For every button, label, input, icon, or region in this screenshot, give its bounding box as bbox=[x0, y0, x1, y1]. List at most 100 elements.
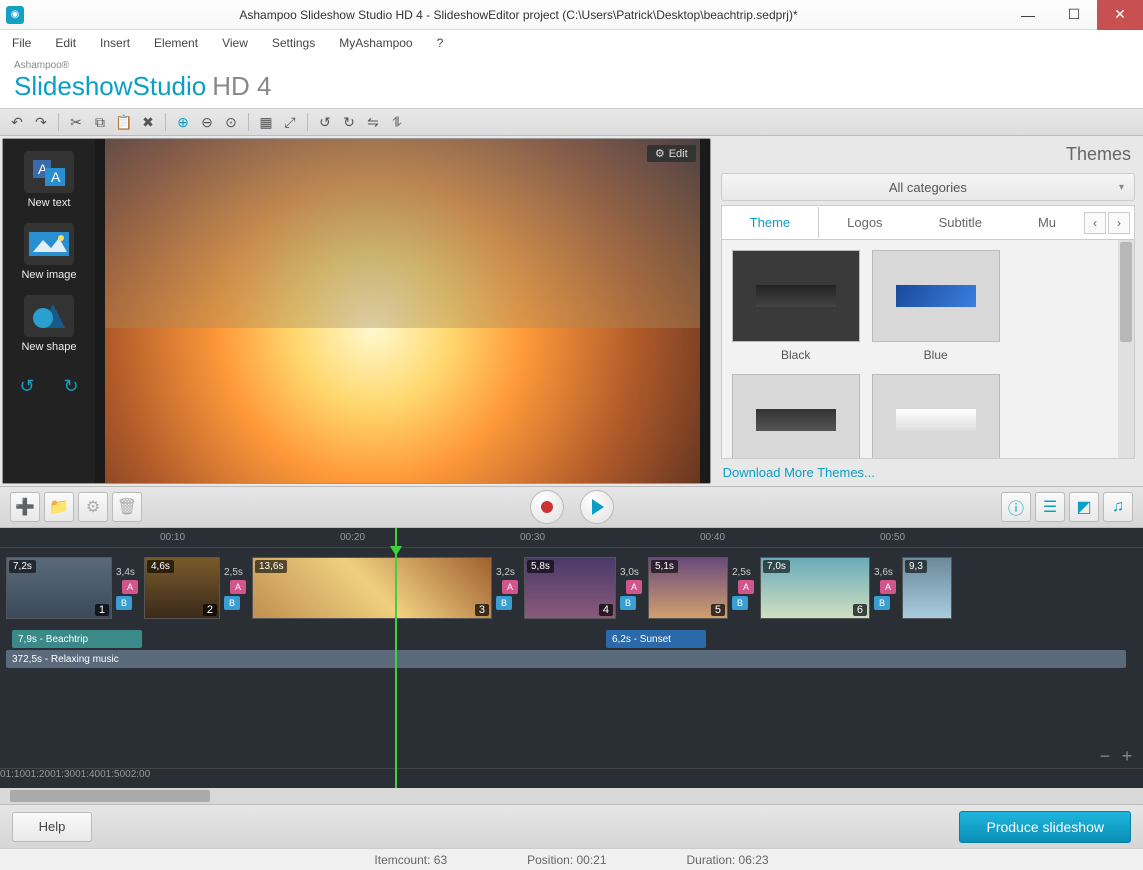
preview-image[interactable] bbox=[105, 139, 700, 483]
paste-icon[interactable]: 📋 bbox=[115, 113, 133, 131]
flip-v-icon[interactable]: ⥮ bbox=[388, 113, 406, 131]
zoom-in-timeline-button[interactable]: + bbox=[1117, 746, 1137, 766]
play-button[interactable] bbox=[580, 490, 614, 524]
menu-view[interactable]: View bbox=[222, 36, 248, 50]
theme-item[interactable]: White bbox=[872, 374, 1000, 459]
zoom-out-icon[interactable]: ⊖ bbox=[198, 113, 216, 131]
timeline-clip[interactable]: 5,1s5 bbox=[648, 557, 728, 619]
tab-prev-button[interactable]: ‹ bbox=[1084, 212, 1106, 234]
music-track[interactable]: 372,5s - Relaxing music bbox=[6, 650, 1126, 668]
themes-scrollbar[interactable] bbox=[1118, 240, 1134, 458]
timeline-view-button[interactable]: ☰ bbox=[1035, 492, 1065, 522]
playhead[interactable] bbox=[395, 528, 397, 788]
arrange-icon[interactable]: ▦ bbox=[257, 113, 275, 131]
brand-logo: Ashampoo® SlideshowStudioHD 4 bbox=[0, 56, 1143, 108]
clip-track[interactable]: 7,2s13,4sAB4,6s22,5sAB13,6s33,2sAB5,8s43… bbox=[0, 548, 1143, 628]
edit-preview-button[interactable]: ⚙ Edit bbox=[647, 145, 696, 162]
status-duration: Duration: 06:23 bbox=[687, 853, 769, 867]
audio-clip[interactable]: 7,9s - Beachtrip bbox=[12, 630, 142, 648]
redo-icon[interactable]: ↷ bbox=[32, 113, 50, 131]
info-button[interactable]: ⓘ bbox=[1001, 492, 1031, 522]
transition[interactable]: 2,5sAB bbox=[732, 557, 756, 619]
delete-slide-button[interactable]: 🗑 bbox=[112, 492, 142, 522]
timeline-clip[interactable]: 13,6s3 bbox=[252, 557, 492, 619]
bottom-bar: Help Produce slideshow bbox=[0, 804, 1143, 848]
new-image-button[interactable]: New image bbox=[21, 223, 76, 281]
transition[interactable]: 2,5sAB bbox=[224, 557, 248, 619]
timeline-clip[interactable]: 5,8s4 bbox=[524, 557, 616, 619]
main-toolbar: ↶ ↷ ✂ ⧉ 📋 ✖ ⊕ ⊖ ⊙ ▦ ⤢ ↺ ↻ ⇋ ⥮ bbox=[0, 108, 1143, 136]
new-shape-button[interactable]: New shape bbox=[21, 295, 76, 353]
status-bar: Itemcount: 63 Position: 00:21 Duration: … bbox=[0, 848, 1143, 870]
rotate-cw-button[interactable]: ↻ bbox=[58, 373, 84, 399]
transition-button[interactable]: ◩ bbox=[1069, 492, 1099, 522]
zoom-fit-icon[interactable]: ⊙ bbox=[222, 113, 240, 131]
playback-controls: ➕ 📁 ⚙ 🗑 ⓘ ☰ ◩ ♫ bbox=[0, 486, 1143, 528]
timeline[interactable]: 00:1000:2000:3000:4000:50 7,2s13,4sAB4,6… bbox=[0, 528, 1143, 788]
maximize-button[interactable]: ☐ bbox=[1051, 0, 1097, 30]
timeline-clip[interactable]: 4,6s2 bbox=[144, 557, 220, 619]
status-itemcount: Itemcount: 63 bbox=[374, 853, 447, 867]
rotate-left-icon[interactable]: ↺ bbox=[316, 113, 334, 131]
transition[interactable]: 3,6sAB bbox=[874, 557, 898, 619]
preview-panel: AA New text New image New shape ↺ ↻ ⚙ Ed… bbox=[2, 138, 711, 484]
transition[interactable]: 3,4sAB bbox=[116, 557, 140, 619]
menu-element[interactable]: Element bbox=[154, 36, 198, 50]
tab-next-button[interactable]: › bbox=[1108, 212, 1130, 234]
menu-bar: File Edit Insert Element View Settings M… bbox=[0, 30, 1143, 56]
transition[interactable]: 3,2sAB bbox=[496, 557, 520, 619]
themes-title: Themes bbox=[721, 140, 1135, 173]
minimize-button[interactable]: — bbox=[1005, 0, 1051, 30]
theme-item[interactable]: Blue bbox=[872, 250, 1000, 362]
new-text-button[interactable]: AA New text bbox=[24, 151, 74, 209]
insert-tools: AA New text New image New shape ↺ ↻ bbox=[3, 139, 95, 483]
zoom-out-timeline-button[interactable]: − bbox=[1095, 746, 1115, 766]
flip-h-icon[interactable]: ⇋ bbox=[364, 113, 382, 131]
tab-subtitle[interactable]: Subtitle bbox=[911, 207, 1010, 238]
settings-button[interactable]: ⚙ bbox=[78, 492, 108, 522]
add-folder-button[interactable]: 📁 bbox=[44, 492, 74, 522]
rotate-right-icon[interactable]: ↻ bbox=[340, 113, 358, 131]
help-button[interactable]: Help bbox=[12, 812, 92, 842]
menu-myashampoo[interactable]: MyAshampoo bbox=[339, 36, 412, 50]
theme-grid: BlackBlueGreyWhite bbox=[721, 239, 1135, 459]
close-button[interactable]: ✕ bbox=[1097, 0, 1143, 30]
undo-icon[interactable]: ↶ bbox=[8, 113, 26, 131]
add-slide-button[interactable]: ➕ bbox=[10, 492, 40, 522]
timeline-clip[interactable]: 7,0s6 bbox=[760, 557, 870, 619]
menu-insert[interactable]: Insert bbox=[100, 36, 130, 50]
gear-icon: ⚙ bbox=[655, 147, 665, 160]
theme-item[interactable]: Black bbox=[732, 250, 860, 362]
timeline-h-scrollbar[interactable] bbox=[0, 788, 1143, 804]
theme-tabs: Theme Logos Subtitle Mu ‹ › bbox=[721, 205, 1135, 239]
delete-icon[interactable]: ✖ bbox=[139, 113, 157, 131]
tab-logos[interactable]: Logos bbox=[819, 207, 910, 238]
menu-file[interactable]: File bbox=[12, 36, 31, 50]
menu-help[interactable]: ? bbox=[437, 36, 444, 50]
menu-settings[interactable]: Settings bbox=[272, 36, 315, 50]
copy-icon[interactable]: ⧉ bbox=[91, 113, 109, 131]
timeline-clip[interactable]: 7,2s1 bbox=[6, 557, 112, 619]
window-title: Ashampoo Slideshow Studio HD 4 - Slidesh… bbox=[32, 8, 1005, 22]
zoom-in-icon[interactable]: ⊕ bbox=[174, 113, 192, 131]
svg-text:A: A bbox=[51, 169, 61, 185]
record-button[interactable] bbox=[530, 490, 564, 524]
transition[interactable]: 3,0sAB bbox=[620, 557, 644, 619]
title-bar: ◉ Ashampoo Slideshow Studio HD 4 - Slide… bbox=[0, 0, 1143, 30]
themes-panel: Themes All categories Theme Logos Subtit… bbox=[713, 136, 1143, 486]
download-themes-link[interactable]: Download More Themes... bbox=[721, 459, 1135, 486]
produce-slideshow-button[interactable]: Produce slideshow bbox=[959, 811, 1131, 843]
app-icon: ◉ bbox=[6, 6, 24, 24]
ruler-bottom[interactable]: 01:1001:2001:3001:4001:5002:00 bbox=[0, 768, 1143, 788]
tab-theme[interactable]: Theme bbox=[722, 207, 819, 238]
music-button[interactable]: ♫ bbox=[1103, 492, 1133, 522]
menu-edit[interactable]: Edit bbox=[55, 36, 76, 50]
categories-dropdown[interactable]: All categories bbox=[721, 173, 1135, 201]
audio-clip[interactable]: 6,2s - Sunset bbox=[606, 630, 706, 648]
expand-icon[interactable]: ⤢ bbox=[281, 113, 299, 131]
ruler-top[interactable]: 00:1000:2000:3000:4000:50 bbox=[0, 528, 1143, 548]
rotate-ccw-button[interactable]: ↺ bbox=[14, 373, 40, 399]
tab-music[interactable]: Mu bbox=[1010, 207, 1084, 238]
theme-item[interactable]: Grey bbox=[732, 374, 860, 459]
cut-icon[interactable]: ✂ bbox=[67, 113, 85, 131]
